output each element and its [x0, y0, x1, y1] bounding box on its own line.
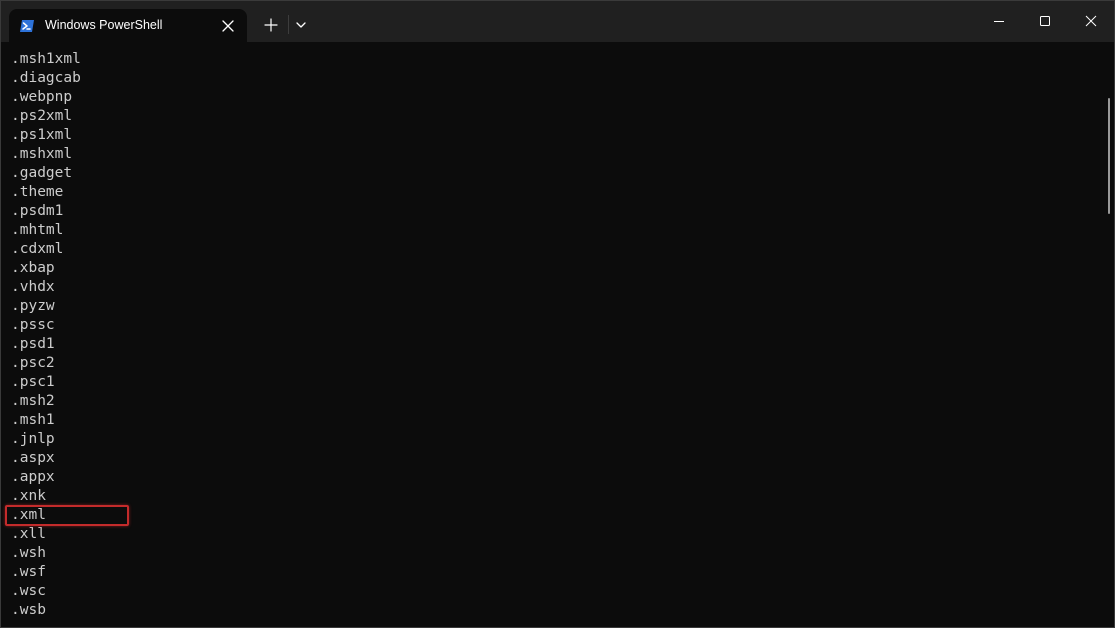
terminal-line-highlighted: .xml — [11, 507, 46, 523]
terminal-line: .diagcab — [11, 70, 81, 86]
terminal-line: .wsf — [11, 564, 46, 580]
maximize-icon — [1040, 16, 1050, 26]
tab-separator — [288, 15, 289, 34]
terminal-line: .wsh — [11, 545, 46, 561]
terminal-line: .xbap — [11, 260, 55, 276]
terminal-line: .jnlp — [11, 431, 55, 447]
terminal-window: Windows PowerShell .msh1xml.diagcab .web… — [0, 0, 1115, 628]
close-icon — [1085, 15, 1097, 27]
terminal-line: .mhtml — [11, 222, 64, 238]
terminal-line: .theme — [11, 184, 64, 200]
terminal-line: .psc1 — [11, 374, 55, 390]
terminal-line: .webpnp — [11, 89, 73, 105]
terminal-line: .ps2xml — [11, 108, 73, 124]
minimize-icon — [994, 21, 1004, 22]
terminal-line: .psd1 — [11, 336, 55, 352]
terminal-line: .psdm1 — [11, 203, 64, 219]
title-bar[interactable]: Windows PowerShell — [1, 1, 1114, 42]
terminal-line: .vhdx — [11, 279, 55, 295]
terminal-line: .aspx — [11, 450, 55, 466]
terminal-line: .gadget — [11, 165, 73, 181]
minimize-button[interactable] — [976, 1, 1022, 42]
highlight-box — [5, 505, 129, 526]
maximize-button[interactable] — [1022, 1, 1068, 42]
terminal-line: .wsc — [11, 583, 46, 599]
terminal-line: .msh2 — [11, 393, 55, 409]
terminal-line: .psc2 — [11, 355, 55, 371]
terminal-output[interactable]: .msh1xml .diagcab .webpnp .ps2xml .ps1xml .ms… — [11, 50, 1101, 625]
terminal-line: .cdxml — [11, 241, 64, 257]
plus-icon[interactable] — [262, 16, 280, 34]
terminal-line: .mshxml — [11, 146, 73, 162]
terminal-line: .xll — [11, 526, 46, 542]
terminal-line: .appx — [11, 469, 55, 485]
tab-title: Windows PowerShell — [45, 18, 163, 32]
close-button[interactable] — [1068, 1, 1114, 42]
terminal-line: .pssc — [11, 317, 55, 333]
terminal-line: .xnk — [11, 488, 46, 504]
terminal-line: .wsb — [11, 602, 46, 618]
terminal-line: .msh1xml — [11, 51, 81, 67]
powershell-icon — [20, 20, 34, 32]
terminal-line: .msh1 — [11, 412, 55, 428]
scrollbar[interactable] — [1108, 98, 1110, 214]
terminal-line: .ps1xml — [11, 127, 73, 143]
chevron-down-icon[interactable] — [293, 16, 309, 34]
tab-windows-powershell[interactable]: Windows PowerShell — [9, 9, 247, 42]
close-icon[interactable] — [221, 19, 235, 33]
terminal-line: .pyzw — [11, 298, 55, 314]
